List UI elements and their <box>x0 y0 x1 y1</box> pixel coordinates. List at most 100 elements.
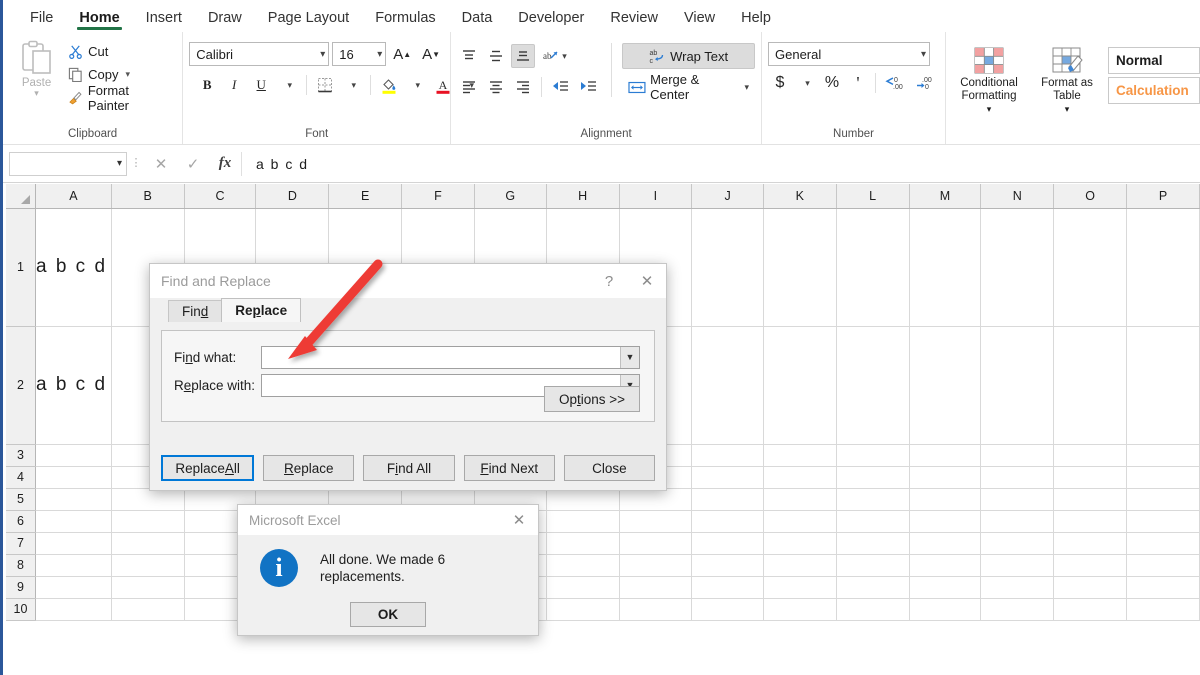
cell-n1[interactable] <box>981 208 1054 326</box>
ribbon-tab-insert[interactable]: Insert <box>133 10 195 32</box>
cell-p9[interactable] <box>1127 576 1200 598</box>
orientation-button[interactable]: ab ▾ <box>538 44 571 68</box>
cell-i8[interactable] <box>619 554 692 576</box>
find-what-combo[interactable]: ▼ <box>261 346 640 369</box>
row-header-1[interactable]: 1 <box>6 208 35 326</box>
chevron-down-icon[interactable]: ▾ <box>117 158 122 169</box>
cell-m2[interactable] <box>909 326 981 444</box>
column-header-f[interactable]: F <box>402 184 475 208</box>
help-icon[interactable]: ? <box>590 264 628 298</box>
cell-k7[interactable] <box>763 532 836 554</box>
align-center-button[interactable] <box>484 75 508 99</box>
column-header-n[interactable]: N <box>981 184 1054 208</box>
cell-o4[interactable] <box>1054 466 1127 488</box>
close-icon[interactable]: ✕ <box>628 264 666 298</box>
underline-options-button[interactable]: ▾ <box>276 73 300 97</box>
chevron-down-icon[interactable]: ▾ <box>34 89 39 97</box>
cell-i7[interactable] <box>619 532 692 554</box>
column-header-k[interactable]: K <box>763 184 836 208</box>
find-next-button[interactable]: Find Next <box>464 455 555 481</box>
ribbon-tab-home[interactable]: Home <box>66 10 132 32</box>
cell-n3[interactable] <box>981 444 1054 466</box>
cell-o7[interactable] <box>1054 532 1127 554</box>
cell-n6[interactable] <box>981 510 1054 532</box>
cell-p2[interactable] <box>1127 326 1200 444</box>
cell-a2[interactable]: a b c d <box>35 326 111 444</box>
cell-h9[interactable] <box>546 576 619 598</box>
merge-center-button[interactable]: Merge & Center ▾ <box>622 74 755 100</box>
cell-style-calculation[interactable]: Calculation <box>1108 77 1200 104</box>
format-painter-button[interactable]: Format Painter <box>64 87 176 108</box>
row-header-4[interactable]: 4 <box>6 466 35 488</box>
cell-a7[interactable] <box>35 532 111 554</box>
cell-j4[interactable] <box>692 466 764 488</box>
name-box[interactable]: ▾ <box>9 152 127 176</box>
cell-l6[interactable] <box>836 510 909 532</box>
cell-j8[interactable] <box>692 554 764 576</box>
column-header-b[interactable]: B <box>111 184 184 208</box>
font-name-combo[interactable]: Calibri ▾ <box>189 42 329 66</box>
cell-j3[interactable] <box>692 444 764 466</box>
cell-n7[interactable] <box>981 532 1054 554</box>
align-right-button[interactable] <box>511 75 535 99</box>
cell-j5[interactable] <box>692 488 764 510</box>
cell-a1[interactable]: a b c d <box>35 208 111 326</box>
cell-m6[interactable] <box>909 510 981 532</box>
cell-n2[interactable] <box>981 326 1054 444</box>
ribbon-tab-data[interactable]: Data <box>449 10 506 32</box>
row-header-10[interactable]: 10 <box>6 598 35 620</box>
cell-a4[interactable] <box>35 466 111 488</box>
cell-style-normal[interactable]: Normal <box>1108 47 1200 74</box>
cell-b10[interactable] <box>111 598 184 620</box>
fill-color-options-button[interactable]: ▾ <box>404 73 428 97</box>
underline-button[interactable]: U <box>249 73 273 97</box>
comma-format-button[interactable]: ' <box>846 71 870 95</box>
cell-k2[interactable] <box>763 326 836 444</box>
cancel-entry-button[interactable]: ✕ <box>145 152 177 176</box>
align-top-button[interactable] <box>457 44 481 68</box>
wrap-text-button[interactable]: ab c Wrap Text <box>622 43 755 69</box>
find-all-button[interactable]: Find All <box>363 455 454 481</box>
cell-p1[interactable] <box>1127 208 1200 326</box>
cell-m3[interactable] <box>909 444 981 466</box>
conditional-formatting-button[interactable]: Conditional Formatting ▾ <box>952 43 1026 118</box>
ribbon-tab-review[interactable]: Review <box>597 10 671 32</box>
cell-b6[interactable] <box>111 510 184 532</box>
cell-o5[interactable] <box>1054 488 1127 510</box>
cell-o9[interactable] <box>1054 576 1127 598</box>
cell-b8[interactable] <box>111 554 184 576</box>
column-header-i[interactable]: I <box>619 184 692 208</box>
cell-k5[interactable] <box>763 488 836 510</box>
row-header-7[interactable]: 7 <box>6 532 35 554</box>
cell-p10[interactable] <box>1127 598 1200 620</box>
column-header-p[interactable]: P <box>1127 184 1200 208</box>
replace-button[interactable]: Replace <box>263 455 354 481</box>
tab-replace[interactable]: Replace <box>221 298 301 322</box>
ribbon-tab-page-layout[interactable]: Page Layout <box>255 10 362 32</box>
cell-l10[interactable] <box>836 598 909 620</box>
cell-i6[interactable] <box>619 510 692 532</box>
cell-j9[interactable] <box>692 576 764 598</box>
cell-p7[interactable] <box>1127 532 1200 554</box>
cell-k8[interactable] <box>763 554 836 576</box>
replace-all-button[interactable]: Replace All <box>161 455 254 481</box>
cell-l9[interactable] <box>836 576 909 598</box>
ribbon-tab-help[interactable]: Help <box>728 10 784 32</box>
borders-button[interactable] <box>313 73 337 97</box>
align-middle-button[interactable] <box>484 44 508 68</box>
cell-j7[interactable] <box>692 532 764 554</box>
cell-i9[interactable] <box>619 576 692 598</box>
cell-k3[interactable] <box>763 444 836 466</box>
cell-j6[interactable] <box>692 510 764 532</box>
chevron-down-icon[interactable]: ▼ <box>620 347 639 368</box>
cell-l7[interactable] <box>836 532 909 554</box>
cell-k10[interactable] <box>763 598 836 620</box>
cell-j1[interactable] <box>692 208 764 326</box>
format-as-table-button[interactable]: Format as Table ▾ <box>1030 43 1104 118</box>
paste-button[interactable]: Paste ▾ <box>9 37 64 97</box>
increase-decimal-button[interactable]: 0 .00 <box>881 71 909 95</box>
number-format-combo[interactable]: General ▾ <box>768 42 930 66</box>
cell-k1[interactable] <box>763 208 836 326</box>
cell-a5[interactable] <box>35 488 111 510</box>
cell-m1[interactable] <box>909 208 981 326</box>
